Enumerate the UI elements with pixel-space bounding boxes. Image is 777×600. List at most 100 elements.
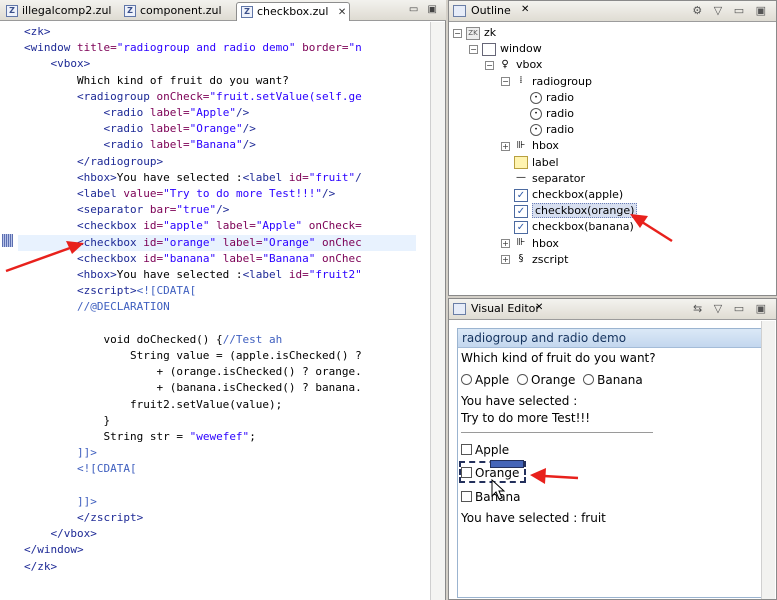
code-line[interactable]: </zk> — [24, 559, 416, 575]
outline-node-window[interactable]: − window — [469, 41, 542, 57]
outline-node-zscript[interactable]: + § zscript — [501, 252, 568, 268]
code-token: <window — [24, 41, 77, 55]
radio-button-icon[interactable] — [517, 374, 528, 385]
visual-editor-scrollbar[interactable] — [761, 321, 775, 599]
zul-file-icon: Z — [6, 5, 18, 17]
code-line[interactable]: void doChecked() {//Test ah — [24, 332, 416, 348]
tab-checkbox[interactable]: Z checkbox.zul ✕ — [236, 2, 350, 21]
code-token: //Test ah — [222, 332, 283, 346]
code-token: <hbox> — [24, 170, 117, 184]
outline-node-checkbox-orange[interactable]: ✓ checkbox(orange) — [514, 203, 638, 219]
code-line[interactable]: <label value="Try to do more Test!!!"/> — [24, 186, 416, 202]
code-line[interactable]: </window> — [24, 542, 416, 558]
outline-node-radio[interactable]: • radio — [530, 90, 574, 106]
radio-orange[interactable]: Orange — [517, 373, 575, 387]
outline-node-label[interactable]: label — [514, 155, 559, 171]
code-line[interactable]: <vbox> — [24, 56, 416, 72]
outline-node-vbox[interactable]: − ♀ vbox — [485, 57, 542, 73]
code-line[interactable]: String value = (apple.isChecked() ? — [24, 348, 416, 364]
tab-component[interactable]: Z component.zul — [120, 2, 222, 21]
code-line[interactable]: <checkbox id="orange" label="Orange" onC… — [18, 234, 416, 251]
collapse-icon[interactable]: − — [501, 77, 510, 87]
close-tab-icon[interactable]: ✕ — [338, 7, 346, 18]
code-line[interactable]: <window title="radiogroup and radio demo… — [24, 40, 416, 56]
radio-apple[interactable]: Apple — [461, 373, 509, 387]
code-area[interactable]: <zk> <window title="radiogroup and radio … — [0, 22, 430, 600]
code-line[interactable]: <zscript><![CDATA[ — [24, 283, 416, 299]
minimize-maximize-icon[interactable]: ▭ ▣ — [409, 4, 440, 15]
code-line[interactable]: <radio label="Banana"/> — [24, 137, 416, 153]
outline-node-hbox[interactable]: + ⊪ hbox — [501, 236, 559, 252]
code-line[interactable]: <![CDATA[ — [24, 461, 416, 477]
code-line[interactable]: <checkbox id="apple" label="Apple" onChe… — [24, 218, 416, 234]
code-token: <radio — [24, 122, 150, 136]
checkbox-icon[interactable] — [461, 491, 472, 502]
code-line[interactable]: + (banana.isChecked() ? banana. — [24, 380, 416, 396]
preview-window-title: radiogroup and radio demo — [458, 329, 762, 348]
code-line[interactable]: </radiogroup> — [24, 154, 416, 170]
code-line[interactable]: } — [24, 413, 416, 429]
code-line[interactable]: ]]> — [24, 445, 416, 461]
radio-banana[interactable]: Banana — [583, 373, 643, 387]
code-line[interactable]: <hbox>You have selected :<label id="frui… — [24, 267, 416, 283]
outline-node-radio[interactable]: • radio — [530, 122, 574, 138]
radio-button-icon[interactable] — [461, 374, 472, 385]
code-token: </zk> — [24, 559, 58, 573]
code-line[interactable]: ]]> — [24, 494, 416, 510]
code-token: "apple" — [163, 219, 210, 233]
editor-scrollbar[interactable] — [430, 22, 445, 600]
code-line[interactable]: <hbox>You have selected :<label id="frui… — [24, 170, 416, 186]
expand-icon[interactable]: + — [501, 239, 510, 249]
vbox-icon: ♀ — [501, 58, 509, 70]
code-token: ; — [249, 430, 256, 443]
vertical-ruler — [0, 22, 16, 600]
expand-icon[interactable]: + — [501, 141, 510, 151]
outline-node-zk[interactable]: − ZK zk — [453, 25, 496, 41]
outline-node-separator[interactable]: — separator — [514, 171, 585, 187]
code-token: /> — [242, 138, 256, 152]
view-menu-icon[interactable]: ⇆ ▽ ▭ ▣ — [693, 302, 770, 315]
code-line[interactable] — [24, 478, 416, 494]
code-line[interactable]: <zk> — [24, 24, 416, 40]
code-token: "fruit" — [308, 170, 356, 184]
code-line[interactable]: //@DECLARATION — [24, 299, 416, 315]
close-icon[interactable]: ✕ — [521, 4, 529, 15]
code-token: <![CDATA[ — [136, 284, 197, 298]
code-line[interactable]: <radiogroup onCheck="fruit.setValue(self… — [24, 89, 416, 105]
expand-icon[interactable]: + — [501, 255, 510, 265]
code-line[interactable] — [24, 316, 416, 332]
code-line[interactable]: <checkbox id="banana" label="Banana" onC… — [24, 251, 416, 267]
collapse-icon[interactable]: − — [485, 60, 494, 70]
radiogroup-icon: ⁞ — [519, 75, 523, 87]
radio-button-icon[interactable] — [583, 374, 595, 385]
code-line[interactable]: <radio label="Orange"/> — [24, 121, 416, 137]
code-line[interactable]: + (orange.isChecked() ? orange. — [24, 364, 416, 380]
checkbox-apple[interactable]: Apple — [461, 443, 509, 457]
view-menu-icon[interactable]: ⚙ ▽ ▭ ▣ — [692, 4, 770, 17]
close-icon[interactable]: ✕ — [535, 302, 543, 313]
code-line[interactable]: Which kind of fruit do you want? — [24, 73, 416, 89]
code-token: id= — [143, 235, 164, 249]
code-line[interactable]: </vbox> — [24, 526, 416, 542]
collapse-icon[interactable]: − — [453, 28, 462, 38]
outline-node-label: radio — [546, 90, 575, 104]
checkbox-banana[interactable]: Banana — [461, 490, 521, 504]
code-line[interactable]: <radio label="Apple"/> — [24, 105, 416, 121]
code-token: / — [355, 170, 362, 184]
outline-node-radiogroup[interactable]: − ⁞ radiogroup — [501, 74, 592, 90]
code-line[interactable]: String str = "wewefef"; — [24, 429, 416, 445]
code-line[interactable]: <separator bar="true"/> — [24, 202, 416, 218]
code-line[interactable]: fruit2.setValue(value); — [24, 397, 416, 413]
code-token: onChec — [315, 235, 362, 249]
tab-illegalcomp2[interactable]: Z illegalcomp2.zul — [2, 2, 112, 21]
outline-node-radio[interactable]: • radio — [530, 106, 574, 122]
outline-node-hbox[interactable]: + ⊪ hbox — [501, 138, 559, 154]
checkbox-icon[interactable] — [461, 444, 472, 455]
collapse-icon[interactable]: − — [469, 44, 478, 54]
code-token: <vbox> — [24, 57, 91, 71]
outline-node-checkbox-apple[interactable]: ✓ checkbox(apple) — [514, 187, 623, 203]
outline-node-checkbox-banana[interactable]: ✓ checkbox(banana) — [514, 219, 634, 235]
outline-node-label: radiogroup — [532, 74, 592, 88]
code-line[interactable]: </zscript> — [24, 510, 416, 526]
code-token: <label — [242, 170, 289, 184]
